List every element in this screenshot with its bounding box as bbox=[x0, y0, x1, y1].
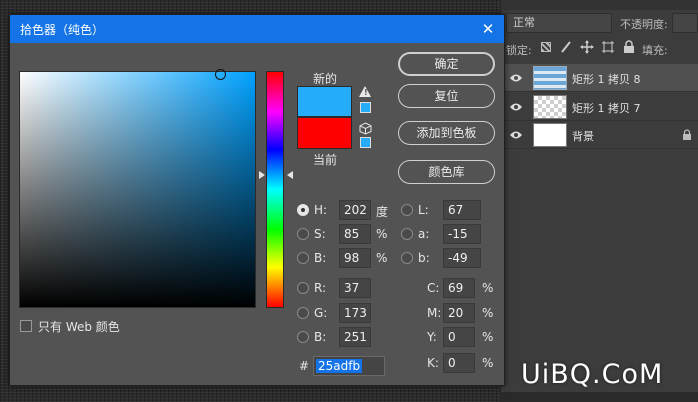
dialog-title: 拾色器（纯色） bbox=[20, 23, 105, 37]
color-field-cursor[interactable] bbox=[215, 69, 226, 80]
unit-h: 度 bbox=[376, 205, 389, 219]
warning-exclamation: ! bbox=[364, 88, 368, 97]
dialog-titlebar[interactable]: 拾色器（纯色） ✕ bbox=[10, 15, 504, 43]
layer-row[interactable]: 矩形 1 拷贝 7 bbox=[500, 93, 698, 121]
watermark-logo: UiBQ.CoM bbox=[521, 359, 664, 390]
field-r[interactable]: 37 bbox=[339, 278, 371, 298]
opacity-label: 不透明度: bbox=[620, 18, 668, 31]
unit-k: % bbox=[482, 356, 494, 370]
reset-button[interactable]: 复位 bbox=[398, 84, 495, 108]
blend-mode-value: 正常 bbox=[513, 16, 535, 29]
label-lab-b: b: bbox=[418, 251, 430, 265]
label-m: M: bbox=[427, 306, 442, 320]
ok-button[interactable]: 确定 bbox=[398, 52, 495, 76]
hex-value: 25adfb bbox=[316, 359, 363, 373]
layer-row[interactable]: 矩形 1 拷贝 8 bbox=[500, 64, 698, 92]
hex-input[interactable]: 25adfb bbox=[313, 356, 385, 376]
unit-s: % bbox=[376, 227, 388, 241]
label-l: L: bbox=[418, 203, 429, 217]
current-color-label: 当前 bbox=[313, 153, 338, 167]
layers-panel bbox=[500, 0, 698, 402]
layer-thumbnail bbox=[533, 95, 567, 119]
current-color-swatch[interactable] bbox=[297, 117, 352, 149]
radio-lab-b[interactable] bbox=[401, 252, 413, 264]
hue-slider-right-arrow-icon[interactable] bbox=[287, 171, 293, 179]
label-c: C: bbox=[427, 281, 440, 295]
web-colors-only-checkbox[interactable] bbox=[20, 320, 32, 332]
hue-slider[interactable] bbox=[266, 71, 284, 308]
web-colors-only-label: 只有 Web 颜色 bbox=[38, 320, 120, 334]
label-k: K: bbox=[427, 356, 439, 370]
radio-blue[interactable] bbox=[297, 331, 309, 343]
web-safe-swatch[interactable] bbox=[360, 137, 371, 148]
lock-transparency-icon[interactable] bbox=[541, 42, 551, 52]
radio-r[interactable] bbox=[297, 282, 309, 294]
add-to-swatches-button[interactable]: 添加到色板 bbox=[398, 121, 495, 145]
field-b[interactable]: 98 bbox=[339, 248, 371, 268]
field-s[interactable]: 85 bbox=[339, 224, 371, 244]
lock-all-icon[interactable] bbox=[623, 40, 635, 54]
layer-name: 矩形 1 拷贝 7 bbox=[572, 102, 641, 115]
color-libraries-button[interactable]: 颜色库 bbox=[398, 160, 495, 184]
field-h[interactable]: 202 bbox=[339, 200, 371, 220]
label-blue: B: bbox=[314, 330, 327, 344]
field-l[interactable]: 67 bbox=[443, 200, 481, 220]
lock-artboard-icon[interactable] bbox=[601, 40, 615, 54]
radio-a[interactable] bbox=[401, 228, 413, 240]
layer-name: 矩形 1 拷贝 8 bbox=[572, 73, 641, 86]
web-safe-cube-icon[interactable] bbox=[359, 122, 372, 135]
unit-m: % bbox=[482, 306, 494, 320]
unit-b: % bbox=[376, 251, 388, 265]
radio-b[interactable] bbox=[297, 252, 309, 264]
lock-position-icon[interactable] bbox=[580, 40, 594, 54]
field-g[interactable]: 173 bbox=[339, 303, 371, 323]
label-a: a: bbox=[418, 227, 430, 241]
layers-bottom-toolbar bbox=[500, 392, 698, 402]
label-y: Y: bbox=[427, 330, 437, 344]
lock-label: 锁定: bbox=[506, 44, 532, 57]
radio-h[interactable] bbox=[297, 204, 309, 216]
field-y[interactable]: 0 bbox=[443, 327, 475, 347]
visibility-eye-icon[interactable] bbox=[509, 72, 523, 84]
field-blue[interactable]: 251 bbox=[339, 327, 371, 347]
radio-s[interactable] bbox=[297, 228, 309, 240]
lock-icon bbox=[683, 129, 691, 140]
field-c[interactable]: 69 bbox=[443, 278, 475, 298]
gamut-correction-swatch[interactable] bbox=[360, 102, 371, 113]
label-b: B: bbox=[314, 251, 327, 265]
layer-row[interactable]: 背景 bbox=[500, 121, 698, 149]
lock-pixels-icon[interactable] bbox=[560, 40, 572, 54]
new-color-label: 新的 bbox=[313, 72, 338, 86]
opacity-field[interactable] bbox=[672, 13, 698, 33]
blend-mode-select[interactable]: 正常 bbox=[506, 13, 612, 33]
layer-thumbnail bbox=[533, 66, 567, 90]
close-icon[interactable]: ✕ bbox=[478, 19, 498, 39]
visibility-eye-icon[interactable] bbox=[509, 129, 523, 141]
unit-y: % bbox=[482, 330, 494, 344]
field-m[interactable]: 20 bbox=[443, 303, 475, 323]
layers-search-bar[interactable] bbox=[501, 0, 698, 10]
unit-c: % bbox=[482, 281, 494, 295]
field-lab-b[interactable]: -49 bbox=[443, 248, 481, 268]
radio-l[interactable] bbox=[401, 204, 413, 216]
field-a[interactable]: -15 bbox=[443, 224, 481, 244]
radio-g[interactable] bbox=[297, 307, 309, 319]
label-g: G: bbox=[314, 306, 328, 320]
fill-label: 填充: bbox=[642, 44, 668, 57]
label-h: H: bbox=[314, 203, 328, 217]
hue-slider-left-arrow-icon[interactable] bbox=[259, 171, 265, 179]
layer-thumbnail bbox=[533, 123, 567, 147]
color-field[interactable] bbox=[19, 71, 256, 308]
visibility-eye-icon[interactable] bbox=[509, 101, 523, 113]
hex-label: # bbox=[299, 359, 310, 373]
label-r: R: bbox=[314, 281, 327, 295]
field-k[interactable]: 0 bbox=[443, 353, 475, 373]
layer-name: 背景 bbox=[572, 130, 594, 143]
new-color-swatch bbox=[297, 86, 352, 117]
label-s: S: bbox=[314, 227, 326, 241]
